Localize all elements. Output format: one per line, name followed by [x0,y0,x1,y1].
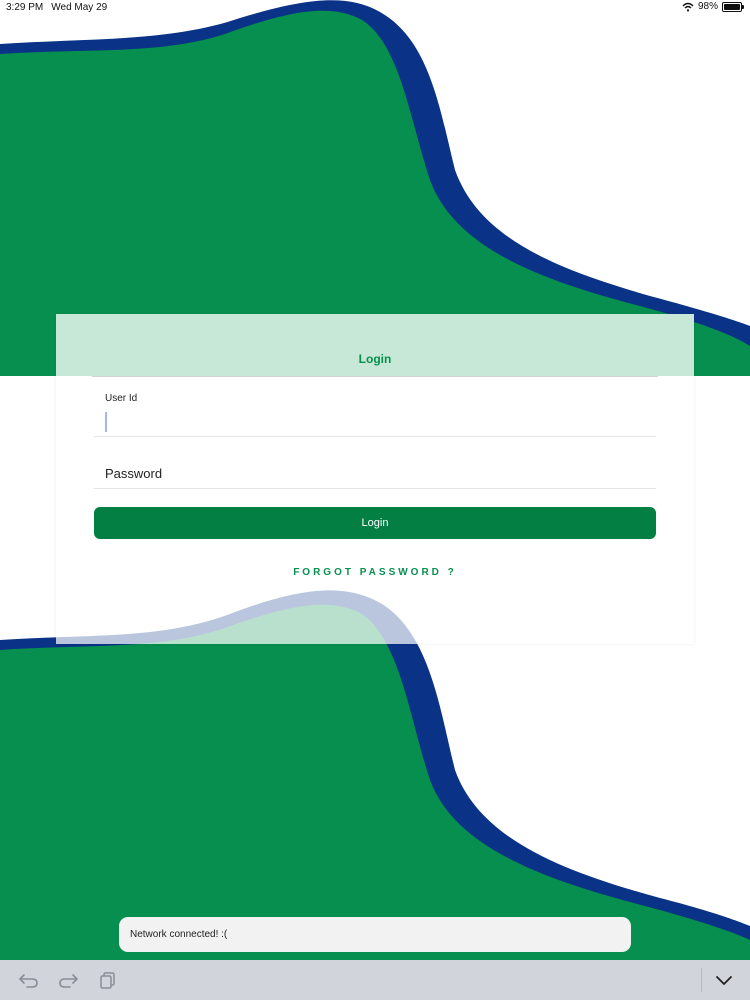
status-date: Wed May 29 [51,2,108,13]
bottom-wave-background [0,590,750,970]
copy-icon[interactable] [97,970,119,990]
battery-icon [722,1,744,12]
battery-percent: 98% [697,1,718,12]
login-card-title: Login [358,352,392,366]
password-input[interactable] [105,464,646,482]
undo-icon[interactable] [18,970,40,990]
user-id-label: User Id [105,393,138,404]
wifi-icon [682,2,694,11]
keyboard-toolbar [0,960,750,1000]
chevron-down-icon[interactable] [713,970,735,990]
status-bar: 3:29 PM Wed May 29 98% [0,0,750,16]
status-left: 3:29 PM Wed May 29 [6,2,107,13]
login-card-header: Login [56,314,694,376]
toolbar-divider [701,968,702,992]
password-field [94,454,656,489]
login-button[interactable]: Login [94,507,656,539]
network-toast: Network connected! :( [119,917,631,952]
forgot-password-link[interactable]: FORGOT PASSWORD ? [56,567,694,578]
header-divider [92,376,658,377]
bottom-wave-green [0,604,750,970]
status-time: 3:29 PM [6,2,44,13]
login-card: Login User Id Login FORGOT PASSWORD ? [56,314,694,644]
battery-level-fill [724,3,740,10]
redo-icon[interactable] [57,970,79,990]
user-id-input[interactable] [105,412,646,432]
status-right: 98% [682,1,744,12]
user-id-field: User Id [94,384,656,437]
toast-message: Network connected! :( [130,929,228,940]
